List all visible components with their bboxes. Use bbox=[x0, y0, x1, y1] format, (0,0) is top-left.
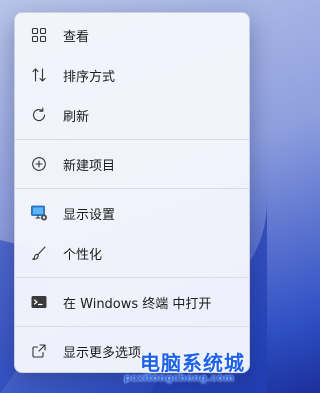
add-circle-icon bbox=[29, 154, 49, 174]
sort-icon bbox=[29, 65, 49, 85]
menu-item-label: 刷新 bbox=[63, 109, 90, 125]
desktop-context-menu: 查看 排序方式 刷新 新建项目 显示设置 个性化 在 Windows 终端 中打… bbox=[14, 12, 250, 373]
menu-separator bbox=[15, 188, 249, 189]
watermark-url: pcxitongcheng.com bbox=[124, 373, 235, 384]
terminal-icon bbox=[29, 292, 49, 312]
menu-item-label: 排序方式 bbox=[63, 69, 116, 85]
menu-separator bbox=[15, 139, 249, 140]
site-watermark: 电脑系统城 pcxitongcheng.com bbox=[124, 345, 267, 393]
monitor-icon bbox=[29, 203, 49, 223]
refresh-icon bbox=[29, 105, 49, 125]
menu-item-label: 个性化 bbox=[63, 247, 103, 263]
menu-item-label: 查看 bbox=[63, 29, 90, 45]
menu-item-personalize[interactable]: 个性化 bbox=[19, 233, 245, 273]
menu-item-display-settings[interactable]: 显示设置 bbox=[19, 193, 245, 233]
menu-separator bbox=[15, 277, 249, 278]
menu-item-refresh[interactable]: 刷新 bbox=[19, 95, 245, 135]
watermark-text: 电脑系统城 bbox=[140, 351, 245, 375]
menu-item-label: 新建项目 bbox=[63, 158, 116, 174]
menu-item-label: 在 Windows 终端 中打开 bbox=[63, 296, 212, 312]
brush-icon bbox=[29, 243, 49, 263]
grid-icon bbox=[29, 25, 49, 45]
menu-separator bbox=[15, 326, 249, 327]
menu-item-label: 显示设置 bbox=[63, 207, 116, 223]
menu-item-view[interactable]: 查看 bbox=[19, 15, 245, 55]
menu-item-sort-by[interactable]: 排序方式 bbox=[19, 55, 245, 95]
menu-item-new[interactable]: 新建项目 bbox=[19, 144, 245, 184]
menu-item-open-terminal[interactable]: 在 Windows 终端 中打开 bbox=[19, 282, 245, 322]
open-external-icon bbox=[29, 341, 49, 361]
